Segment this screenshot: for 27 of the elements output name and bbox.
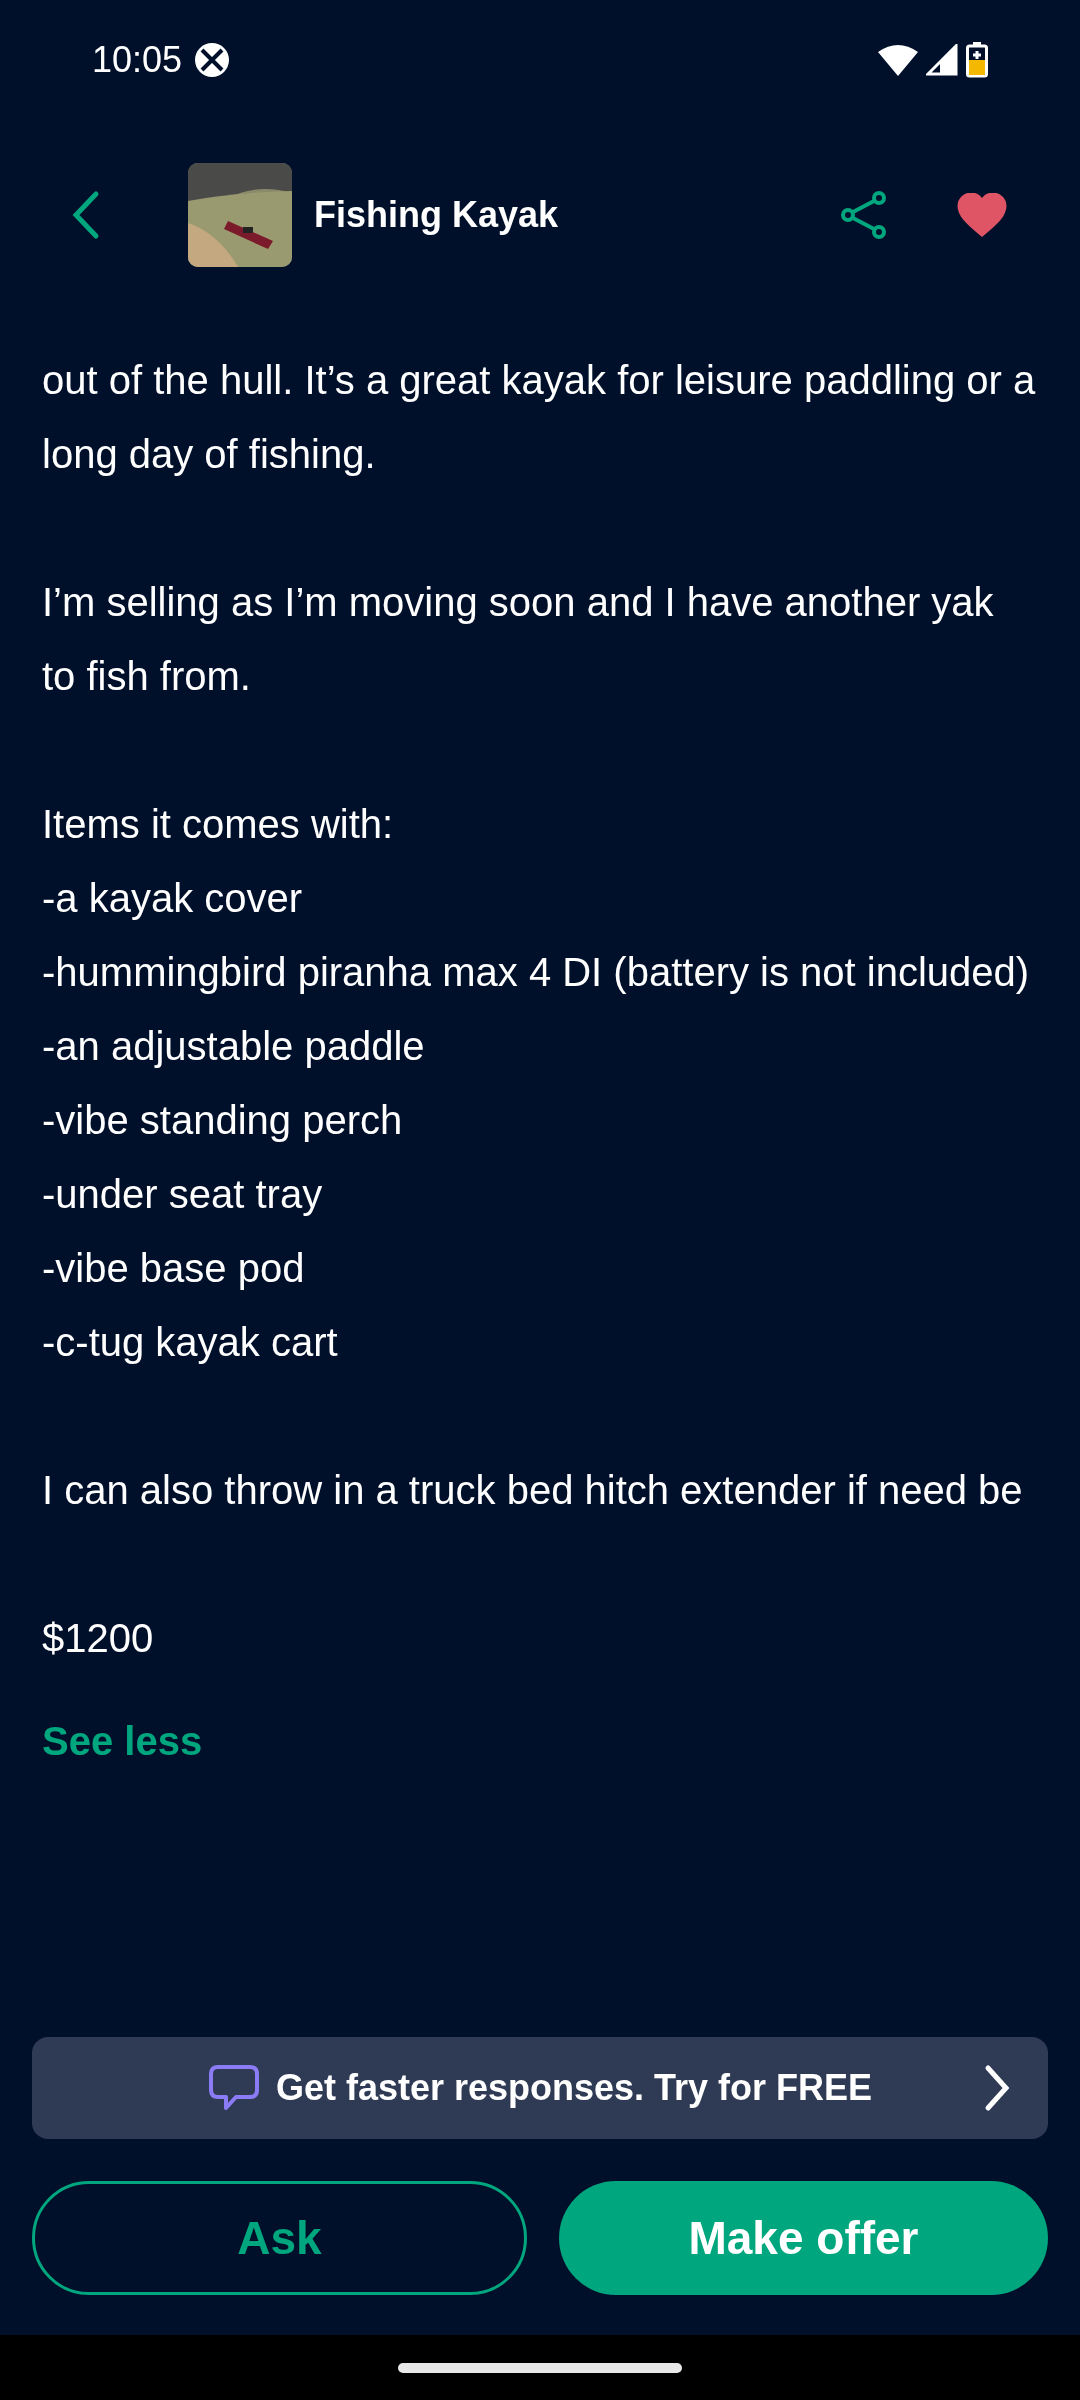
description-text: I’m selling as I’m moving soon and I have another yak to fish from.: [42, 579, 995, 700]
description-text: out of the hull. It’s a great kayak for leisure paddling or a long day of fishing.: [42, 357, 1037, 478]
description-text: $1200: [42, 1615, 155, 1662]
status-time: 10:05: [92, 37, 183, 82]
home-indicator[interactable]: [398, 2362, 682, 2373]
description-text: -a kayak cover: [42, 875, 304, 922]
chevron-right-icon: [984, 2064, 1010, 2112]
description-text: -c-tug kayak cart: [42, 1319, 339, 1366]
description-text: -an adjustable paddle: [42, 1023, 426, 1070]
description-text: Items it comes with:: [42, 801, 395, 848]
make-offer-button[interactable]: Make offer: [559, 2181, 1048, 2295]
back-icon: [72, 190, 100, 240]
description-text: -under seat tray: [42, 1171, 324, 1218]
signal-icon: [926, 43, 958, 76]
promo-banner[interactable]: Get faster responses. Try for FREE: [32, 2037, 1048, 2139]
heart-icon: [957, 193, 1007, 237]
see-less-link[interactable]: See less: [42, 1711, 203, 1771]
wifi-icon: [878, 43, 918, 76]
ask-button[interactable]: Ask: [32, 2181, 527, 2295]
battery-icon: [966, 41, 988, 78]
description-text: -vibe standing perch: [42, 1097, 404, 1144]
listing-title: Fishing Kayak: [314, 193, 560, 237]
description-text: -vibe base pod: [42, 1245, 306, 1292]
chat-bubble-icon: [207, 2064, 260, 2112]
share-icon: [839, 190, 889, 240]
description-text: -hummingbird piranha max 4 DI (battery is not included): [42, 949, 1031, 996]
description-text: I can also throw in a truck bed hitch extender if need be: [42, 1467, 1024, 1514]
